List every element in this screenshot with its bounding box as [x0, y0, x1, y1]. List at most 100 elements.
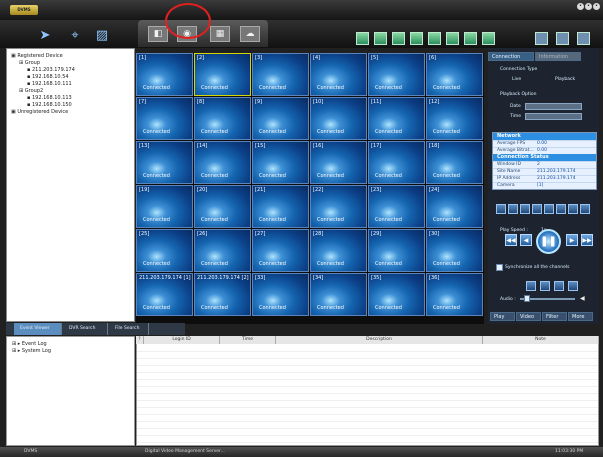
pause-icon[interactable]: ❚❚: [536, 229, 561, 254]
camera-cell[interactable]: [2] Connected: [194, 53, 251, 96]
camera-cell[interactable]: [17] Connected: [368, 141, 425, 184]
log-row[interactable]: [137, 366, 598, 373]
tree-item[interactable]: ▣ Registered Device: [11, 53, 63, 60]
log-row[interactable]: [137, 415, 598, 422]
log-header-time[interactable]: Time: [220, 336, 276, 344]
camera-cell[interactable]: [16] Connected: [310, 141, 367, 184]
layout-36-button[interactable]: [446, 32, 459, 45]
log-tree[interactable]: ⊞ ▸ Event Log ⊞ ▸ System Log: [6, 336, 135, 446]
tree-item[interactable]: ▪ 192.168.10.113: [27, 95, 72, 102]
log-row[interactable]: [137, 373, 598, 380]
camera-cell[interactable]: [20] Connected: [194, 185, 251, 228]
camera-cell[interactable]: [11] Connected: [368, 97, 425, 140]
log-row[interactable]: [137, 345, 598, 352]
log-tree-item[interactable]: ⊞ ▸ System Log: [12, 348, 51, 355]
camera-cell[interactable]: [3] Connected: [252, 53, 309, 96]
camera-cell[interactable]: [5] Connected: [368, 53, 425, 96]
log-row[interactable]: [137, 401, 598, 408]
connection-tab[interactable]: Connection: [488, 52, 534, 61]
search-button[interactable]: [568, 281, 578, 291]
tree-item[interactable]: ▣ Unregistered Device: [11, 109, 68, 116]
control-button-3[interactable]: [520, 204, 530, 214]
filter-tab[interactable]: Filter: [542, 312, 567, 321]
tree-item[interactable]: ▪ 192.168.10.111: [27, 81, 72, 88]
camera-cell[interactable]: [21] Connected: [252, 185, 309, 228]
camera-cell[interactable]: [14] Connected: [194, 141, 251, 184]
tree-item[interactable]: ▪ 211.203.179.174: [27, 67, 75, 74]
camera-cell[interactable]: 211.203.179.174 [2] Connected: [194, 273, 251, 316]
audio-knob[interactable]: [524, 295, 531, 302]
tree-item[interactable]: ▪ 192.168.10.54: [27, 74, 69, 81]
log-row[interactable]: [137, 408, 598, 415]
control-button-5[interactable]: [544, 204, 554, 214]
camera-cell[interactable]: [24] Connected: [426, 185, 483, 228]
close-button[interactable]: •: [593, 3, 600, 10]
layout-9-button[interactable]: [392, 32, 405, 45]
more-tab[interactable]: More: [568, 312, 593, 321]
control-button-8[interactable]: [580, 204, 590, 214]
log-header-description[interactable]: Description: [276, 336, 483, 344]
control-button-6[interactable]: [556, 204, 566, 214]
layout-16-button[interactable]: [410, 32, 423, 45]
log-header-login-id[interactable]: Login ID: [144, 336, 220, 344]
export-button[interactable]: [554, 281, 564, 291]
camera-cell[interactable]: [10] Connected: [310, 97, 367, 140]
tree-item[interactable]: ⊞ Group: [19, 60, 40, 67]
log-row[interactable]: [137, 436, 598, 443]
log-row[interactable]: [137, 429, 598, 436]
settings-button[interactable]: [556, 32, 569, 45]
layout-4-button[interactable]: [374, 32, 387, 45]
event-viewer-tab[interactable]: Event Viewer: [14, 323, 62, 335]
network-button[interactable]: [535, 32, 548, 45]
sync-checkbox[interactable]: [496, 264, 503, 271]
step-forward-icon[interactable]: ▶: [566, 234, 578, 246]
dvr-search-tab[interactable]: DVR Search: [63, 323, 108, 335]
image-icon[interactable]: ▨: [95, 29, 109, 43]
log-header-check[interactable]: ?: [136, 336, 144, 344]
restore-button[interactable]: •: [585, 3, 592, 10]
cloud-icon[interactable]: ☁: [240, 26, 260, 42]
camera-cell[interactable]: [13] Connected: [136, 141, 193, 184]
control-button-2[interactable]: [508, 204, 518, 214]
camera-cell[interactable]: [29] Connected: [368, 229, 425, 272]
video-tab[interactable]: Video: [516, 312, 541, 321]
log-row[interactable]: [137, 394, 598, 401]
time-field[interactable]: [525, 113, 582, 120]
camera-cell[interactable]: [23] Connected: [368, 185, 425, 228]
camera-cell[interactable]: [22] Connected: [310, 185, 367, 228]
arrow-icon[interactable]: ➤: [38, 29, 52, 43]
fast-forward-icon[interactable]: ▶▶: [581, 234, 593, 246]
pin-icon[interactable]: ⌖: [68, 29, 82, 43]
layout-1-button[interactable]: [356, 32, 369, 45]
layout-25-button[interactable]: [428, 32, 441, 45]
grid-icon[interactable]: ▦: [210, 26, 230, 42]
camera-icon[interactable]: ◧: [148, 26, 168, 42]
camera-cell[interactable]: [33] Connected: [252, 273, 309, 316]
camera-cell[interactable]: [25] Connected: [136, 229, 193, 272]
camera-cell[interactable]: [7] Connected: [136, 97, 193, 140]
camera-cell[interactable]: [36] Connected: [426, 273, 483, 316]
camera-cell[interactable]: [18] Connected: [426, 141, 483, 184]
camera-cell[interactable]: 211.203.179.174 [1] Connected: [136, 273, 193, 316]
information-tab[interactable]: Information: [535, 52, 581, 61]
file-search-tab[interactable]: File Search: [109, 323, 149, 335]
control-button-1[interactable]: [496, 204, 506, 214]
camera-cell[interactable]: [1] Connected: [136, 53, 193, 96]
log-row[interactable]: [137, 359, 598, 366]
date-field[interactable]: [525, 103, 582, 110]
log-row[interactable]: [137, 352, 598, 359]
log-header-note[interactable]: Note: [483, 336, 599, 344]
camera-cell[interactable]: [27] Connected: [252, 229, 309, 272]
control-button-7[interactable]: [568, 204, 578, 214]
tree-item[interactable]: ⊞ Group2: [19, 88, 43, 95]
camera-cell[interactable]: [6] Connected: [426, 53, 483, 96]
log-tree-item[interactable]: ⊞ ▸ Event Log: [12, 341, 47, 348]
camera-cell[interactable]: [4] Connected: [310, 53, 367, 96]
live-radio[interactable]: Live: [512, 76, 521, 83]
log-row[interactable]: [137, 387, 598, 394]
camera-cell[interactable]: [30] Connected: [426, 229, 483, 272]
step-back-icon[interactable]: ◀: [520, 234, 532, 246]
log-row[interactable]: [137, 380, 598, 387]
layout-49-button[interactable]: [464, 32, 477, 45]
playback-radio[interactable]: Playback: [555, 76, 575, 83]
